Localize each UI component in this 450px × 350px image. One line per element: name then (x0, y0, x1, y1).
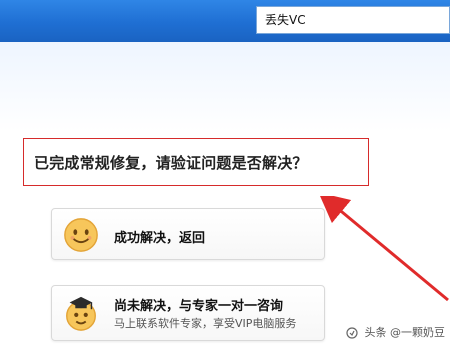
expert-consult-label: 尚未解决，与专家一对一咨询 (114, 299, 284, 314)
expert-consult-button[interactable]: 尚未解决，与专家一对一咨询 马上联系软件专家，享受VIP电脑服务 (51, 285, 325, 341)
expert-consult-sublabel: 马上联系软件专家，享受VIP电脑服务 (114, 317, 297, 330)
watermark-text: 头条 @一颗奶豆 (364, 326, 446, 339)
question-text: 已完成常规修复，请验证问题是否解决？ (34, 154, 308, 172)
resolved-return-button[interactable]: 成功解决，返回 (51, 208, 325, 260)
resolved-return-label: 成功解决，返回 (114, 231, 206, 246)
header-gradient (0, 42, 450, 132)
red-annotation-arrow (320, 196, 449, 302)
search-input[interactable]: 丢失VC (256, 6, 450, 34)
question-highlight-box: 已完成常规修复，请验证问题是否解决？ (23, 138, 369, 186)
smile-face-icon (64, 218, 98, 252)
watermark: 头条 @一颗奶豆 (346, 324, 445, 340)
watermark-logo-icon (346, 327, 358, 339)
expert-face-icon (66, 296, 96, 331)
